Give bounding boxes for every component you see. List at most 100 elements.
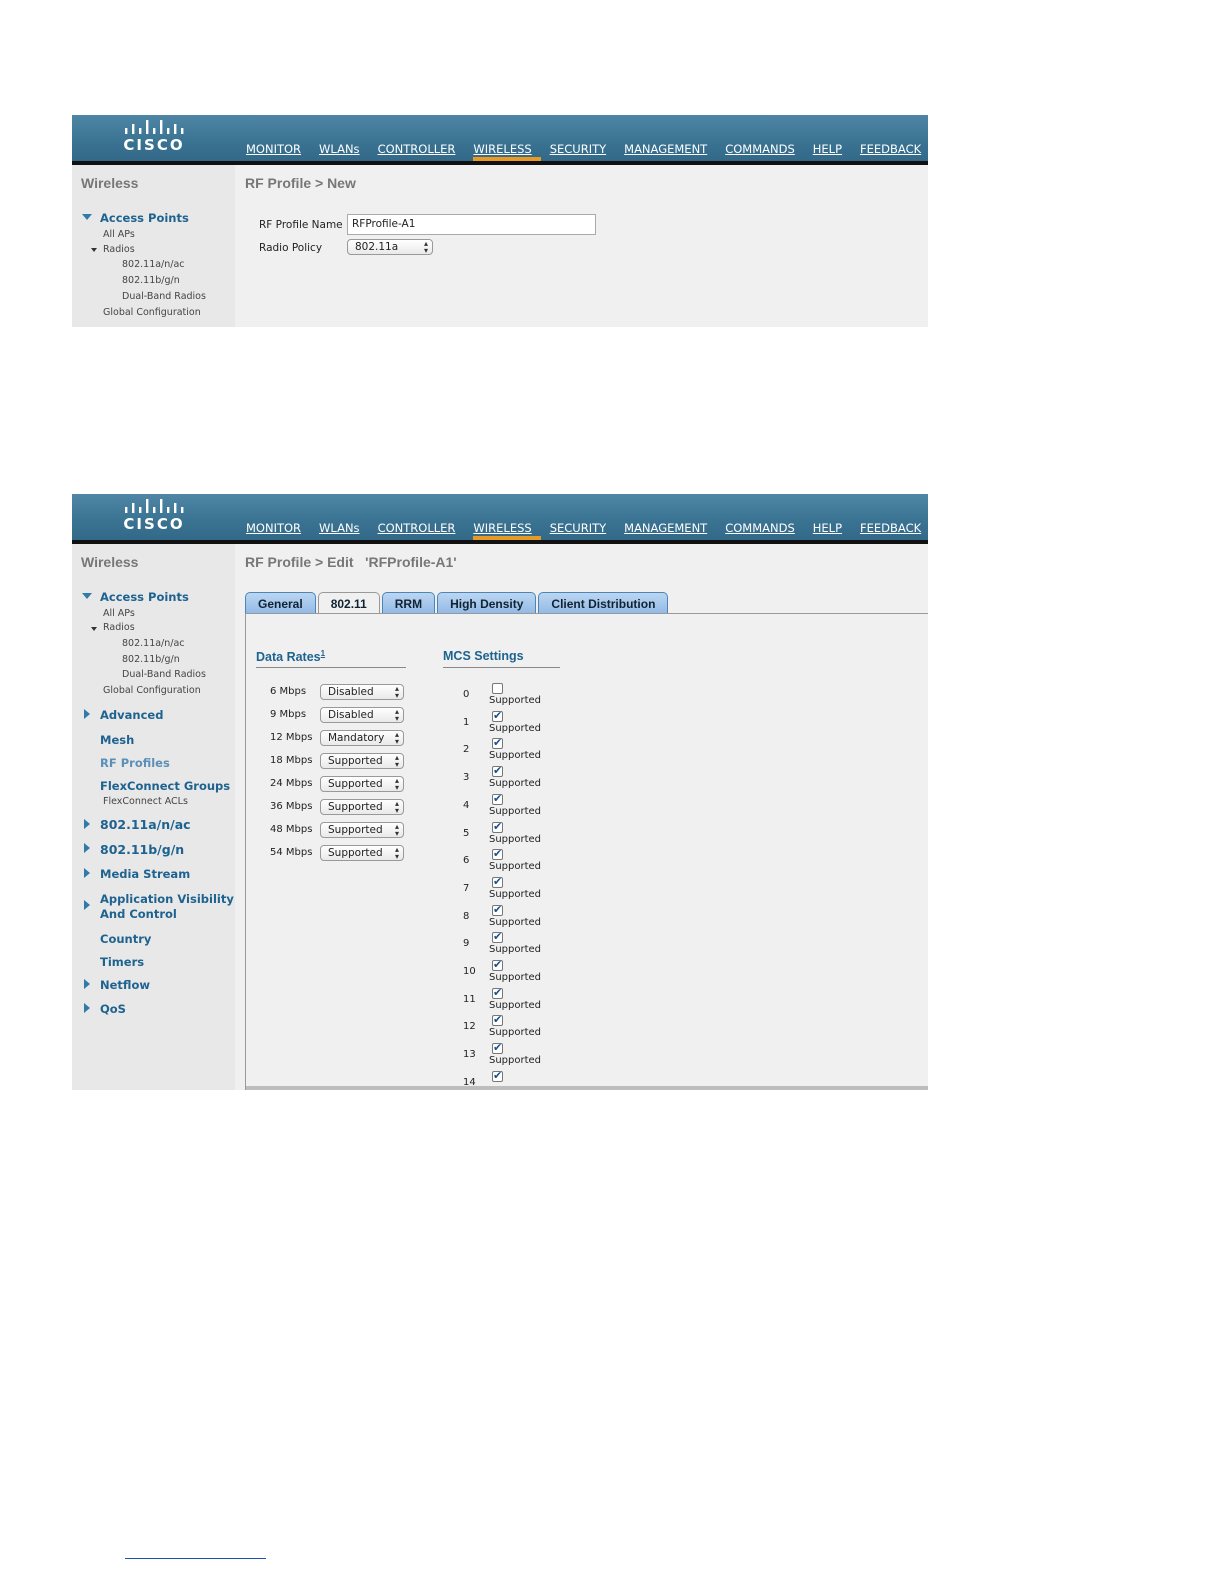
tab-rrm[interactable]: RRM — [381, 592, 436, 614]
menu-feedback[interactable]: FEEDBACK — [860, 494, 930, 540]
sidebar-item-radio-a[interactable]: 802.11a/n/ac — [122, 638, 185, 649]
expand-right-icon[interactable] — [84, 1003, 90, 1013]
footnote-link[interactable]: 1 — [321, 649, 325, 658]
section-underline — [256, 667, 406, 668]
mcs-checkbox[interactable] — [492, 792, 503, 805]
expand-down-icon[interactable] — [82, 214, 92, 220]
mcs-checkbox[interactable] — [492, 930, 503, 944]
sidebar-item-global-config[interactable]: Global Configuration — [103, 685, 201, 696]
expand-right-icon[interactable] — [84, 868, 90, 878]
sidebar-item-access-points[interactable]: Access Points — [100, 211, 189, 225]
sidebar-item-qos[interactable]: QoS — [100, 1002, 126, 1016]
mcs-checkbox[interactable] — [492, 847, 503, 861]
mcs-checkbox[interactable] — [492, 1069, 503, 1082]
menu-wireless[interactable]: WIRELESS — [473, 115, 541, 161]
sidebar-item-country[interactable]: Country — [100, 932, 151, 946]
data-rate-select[interactable]: Supported ▴ ▾ — [320, 776, 404, 792]
mcs-row: 8 Supported — [463, 903, 583, 933]
menu-security[interactable]: SECURITY — [550, 115, 615, 161]
mcs-row: 10 Supported — [463, 958, 583, 988]
mcs-checkbox[interactable] — [492, 1013, 503, 1027]
sidebar-item-radio-a[interactable]: 802.11a/n/ac — [122, 259, 185, 270]
horizontal-scrollbar[interactable] — [246, 1086, 928, 1090]
menu-security[interactable]: SECURITY — [550, 494, 615, 540]
expand-right-icon[interactable] — [84, 843, 90, 853]
menu-commands[interactable]: COMMANDS — [725, 494, 804, 540]
tab-general[interactable]: General — [245, 592, 316, 614]
mcs-checkbox[interactable] — [492, 986, 503, 999]
sidebar-item-radios[interactable]: Radios — [103, 244, 135, 255]
sidebar-item-80211a[interactable]: 802.11a/n/ac — [100, 817, 191, 832]
tab-client-distribution[interactable]: Client Distribution — [538, 592, 669, 614]
sidebar-item-radio-b[interactable]: 802.11b/g/n — [122, 275, 180, 286]
data-rate-select[interactable]: Mandatory ▴ ▾ — [320, 730, 404, 746]
sidebar-item-flexconnect-groups[interactable]: FlexConnect Groups — [100, 779, 230, 793]
sidebar-item-all-aps[interactable]: All APs — [103, 229, 135, 240]
sidebar-item-flexconnect-acls[interactable]: FlexConnect ACLs — [103, 796, 188, 807]
menu-help[interactable]: HELP — [813, 494, 851, 540]
sidebar-item-advanced[interactable]: Advanced — [100, 708, 163, 722]
mcs-checkbox[interactable] — [492, 683, 503, 694]
data-rate-label: 24 Mbps — [270, 778, 313, 789]
menu-management[interactable]: MANAGEMENT — [624, 494, 716, 540]
sidebar-item-rf-profiles[interactable]: RF Profiles — [100, 756, 170, 770]
mcs-checkbox[interactable] — [492, 903, 503, 916]
data-rate-select[interactable]: Disabled ▴ ▾ — [320, 707, 404, 723]
sidebar-item-80211b[interactable]: 802.11b/g/n — [100, 842, 184, 857]
menu-feedback[interactable]: FEEDBACK — [860, 115, 930, 161]
data-rate-label: 36 Mbps — [270, 801, 313, 812]
menu-monitor[interactable]: MONITOR — [246, 115, 310, 161]
mcs-checkbox[interactable] — [492, 875, 503, 888]
mcs-checkbox[interactable] — [492, 736, 503, 750]
sidebar-item-radio-b[interactable]: 802.11b/g/n — [122, 654, 180, 665]
expand-down-icon[interactable] — [82, 593, 92, 599]
sidebar-item-netflow[interactable]: Netflow — [100, 978, 150, 992]
main-menu: MONITOR WLANs CONTROLLER WIRELESS SECURI… — [246, 115, 939, 161]
radio-policy-select[interactable]: 802.11a ▴ ▾ — [347, 239, 433, 255]
menu-help[interactable]: HELP — [813, 115, 851, 161]
expand-right-icon[interactable] — [84, 900, 90, 910]
sidebar-item-radios[interactable]: Radios — [103, 622, 135, 633]
mcs-checkbox[interactable] — [492, 764, 503, 778]
tab-80211[interactable]: 802.11 — [317, 592, 380, 615]
menu-controller[interactable]: CONTROLLER — [378, 115, 465, 161]
mcs-checkbox[interactable] — [492, 958, 503, 971]
menu-wireless[interactable]: WIRELESS — [473, 494, 541, 540]
sidebar-item-mesh[interactable]: Mesh — [100, 733, 134, 747]
mcs-checkbox[interactable] — [492, 820, 503, 833]
data-rate-select[interactable]: Disabled ▴ ▾ — [320, 684, 404, 700]
expand-right-icon[interactable] — [84, 709, 90, 719]
menu-wlans[interactable]: WLANs — [319, 115, 369, 161]
menu-controller[interactable]: CONTROLLER — [378, 494, 465, 540]
sidebar-item-dual-band[interactable]: Dual-Band Radios — [122, 669, 206, 680]
data-rate-select[interactable]: Supported ▴ ▾ — [320, 822, 404, 838]
select-arrows-icon: ▴ ▾ — [423, 239, 428, 255]
expand-right-icon[interactable] — [84, 979, 90, 989]
profile-name-input[interactable]: RFProfile-A1 — [347, 214, 596, 235]
menu-monitor[interactable]: MONITOR — [246, 494, 310, 540]
tab-bar: General 802.11 RRM High Density Client D… — [245, 592, 670, 615]
sidebar-item-global-config[interactable]: Global Configuration — [103, 307, 201, 318]
mcs-checkbox[interactable] — [492, 1041, 503, 1055]
mcs-row: 11 Supported — [463, 986, 583, 1016]
menu-management[interactable]: MANAGEMENT — [624, 115, 716, 161]
sidebar-item-media-stream[interactable]: Media Stream — [100, 867, 190, 881]
sidebar-item-all-aps[interactable]: All APs — [103, 608, 135, 619]
data-rate-select[interactable]: Supported ▴ ▾ — [320, 845, 404, 861]
sidebar-item-dual-band[interactable]: Dual-Band Radios — [122, 291, 206, 302]
tab-high-density[interactable]: High Density — [437, 592, 537, 614]
data-rate-select[interactable]: Supported ▴ ▾ — [320, 753, 404, 769]
menu-commands[interactable]: COMMANDS — [725, 115, 804, 161]
mcs-supported-label: Supported — [489, 722, 542, 734]
expand-down-icon[interactable] — [91, 627, 97, 631]
expand-down-icon[interactable] — [91, 248, 97, 252]
mcs-checkbox[interactable] — [492, 709, 503, 722]
expand-right-icon[interactable] — [84, 819, 90, 829]
mcs-index: 2 — [463, 744, 470, 756]
sidebar-item-timers[interactable]: Timers — [100, 955, 144, 969]
sidebar-item-avc-line2[interactable]: And Control — [100, 907, 177, 921]
data-rate-select[interactable]: Supported ▴ ▾ — [320, 799, 404, 815]
sidebar-item-access-points[interactable]: Access Points — [100, 590, 189, 604]
menu-wlans[interactable]: WLANs — [319, 494, 369, 540]
sidebar-item-avc-line1[interactable]: Application Visibility — [100, 892, 234, 906]
